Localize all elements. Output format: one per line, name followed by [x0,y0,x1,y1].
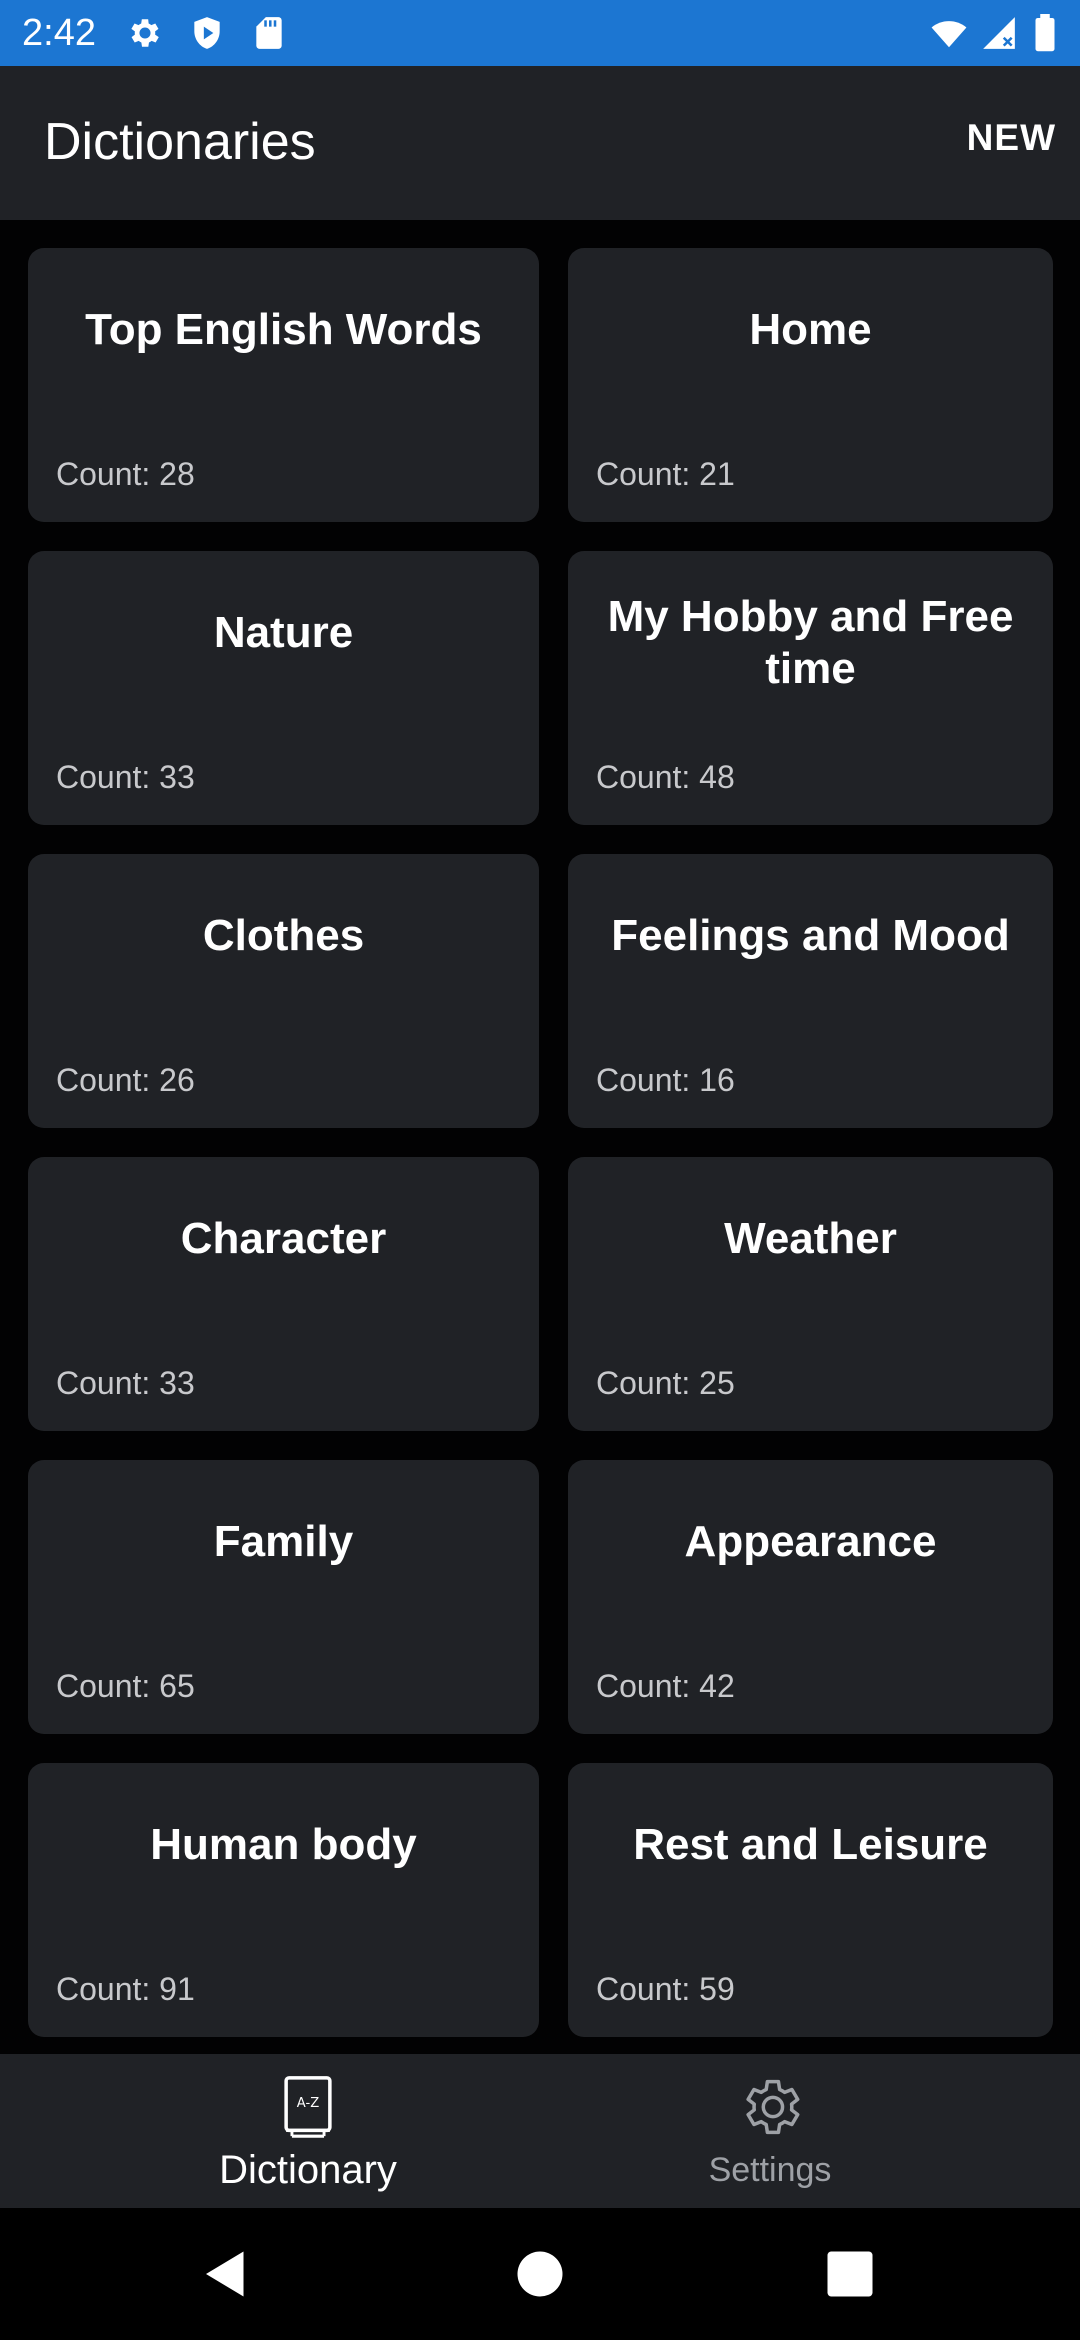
dictionary-count: Count: 65 [56,1668,195,1704]
dictionary-count: Count: 33 [56,759,195,795]
dictionary-count: Count: 91 [56,1971,195,2007]
dictionary-card[interactable]: My Hobby and Free time Count: 48 [568,551,1053,825]
shield-icon [194,17,220,49]
dictionary-card[interactable]: Top English Words Count: 28 [28,248,539,522]
home-icon[interactable] [510,2244,570,2304]
status-time: 2:42 [22,12,96,54]
dictionary-card[interactable]: Rest and Leisure Count: 59 [568,1763,1053,2037]
gear-icon [131,19,159,47]
dictionary-count: Count: 16 [596,1062,735,1098]
dictionary-count: Count: 21 [596,456,735,492]
dictionary-card[interactable]: Clothes Count: 26 [28,854,539,1128]
dictionary-card[interactable]: Weather Count: 25 [568,1157,1053,1431]
dictionary-count: Count: 48 [596,759,735,795]
nav-label-dictionary: Dictionary [219,2148,397,2192]
dictionary-title: Home [749,305,872,354]
dictionary-count: Count: 33 [56,1365,195,1401]
dictionary-title: Feelings and Mood [611,911,1010,960]
dictionary-title: Clothes [202,911,365,960]
sd-card-icon [256,17,282,49]
page-title: Dictionaries [44,113,316,171]
dictionary-book-icon: A-Z [284,2076,332,2138]
back-icon[interactable] [196,2244,256,2304]
system-navigation-bar [0,2208,1080,2340]
dictionary-title: Nature [213,608,354,657]
dictionary-count: Count: 25 [596,1365,735,1401]
dictionary-title: Weather [724,1214,897,1263]
dictionary-title: My Hobby and Free time [607,592,1014,693]
dictionary-count: Count: 28 [56,456,195,492]
dictionary-card[interactable]: Home Count: 21 [568,248,1053,522]
battery-icon [1035,14,1055,52]
nav-item-settings[interactable]: Settings [500,2054,1040,2208]
dictionary-title: Top English Words [85,305,482,354]
bottom-navigation: A-Z Dictionary Settings [0,2054,1080,2208]
wifi-icon [931,21,967,48]
dictionary-title: Human body [150,1820,417,1869]
signal-icon [983,17,1015,49]
dictionary-title: Rest and Leisure [633,1820,988,1869]
dictionary-title: Family [213,1517,354,1566]
dictionary-card[interactable]: Character Count: 33 [28,1157,539,1431]
status-bar: 2:42 [0,0,1080,66]
nav-label-settings: Settings [708,2151,832,2189]
svg-text:A-Z: A-Z [297,2096,319,2111]
new-dictionary-button[interactable]: NEW [967,116,1056,160]
dictionary-title: Appearance [684,1517,937,1566]
dictionary-card[interactable]: Appearance Count: 42 [568,1460,1053,1734]
app-root: 2:42 Dictionaries NEW Top English Words … [0,0,1080,2340]
dictionary-grid: Top English Words Count: 28 Home Count: … [28,248,1054,2037]
dictionary-count: Count: 42 [596,1668,735,1704]
dictionary-title: Character [180,1214,387,1263]
dictionary-card[interactable]: Nature Count: 33 [28,551,539,825]
dictionary-card[interactable]: Feelings and Mood Count: 16 [568,854,1053,1128]
dictionary-count: Count: 26 [56,1062,195,1098]
dictionary-card[interactable]: Family Count: 65 [28,1460,539,1734]
dictionary-count: Count: 59 [596,1971,735,2007]
app-bar: Dictionaries NEW [0,66,1080,220]
recents-icon[interactable] [820,2244,880,2304]
nav-item-dictionary[interactable]: A-Z Dictionary [38,2054,578,2208]
gear-icon [746,2079,800,2135]
dictionary-card[interactable]: Human body Count: 91 [28,1763,539,2037]
